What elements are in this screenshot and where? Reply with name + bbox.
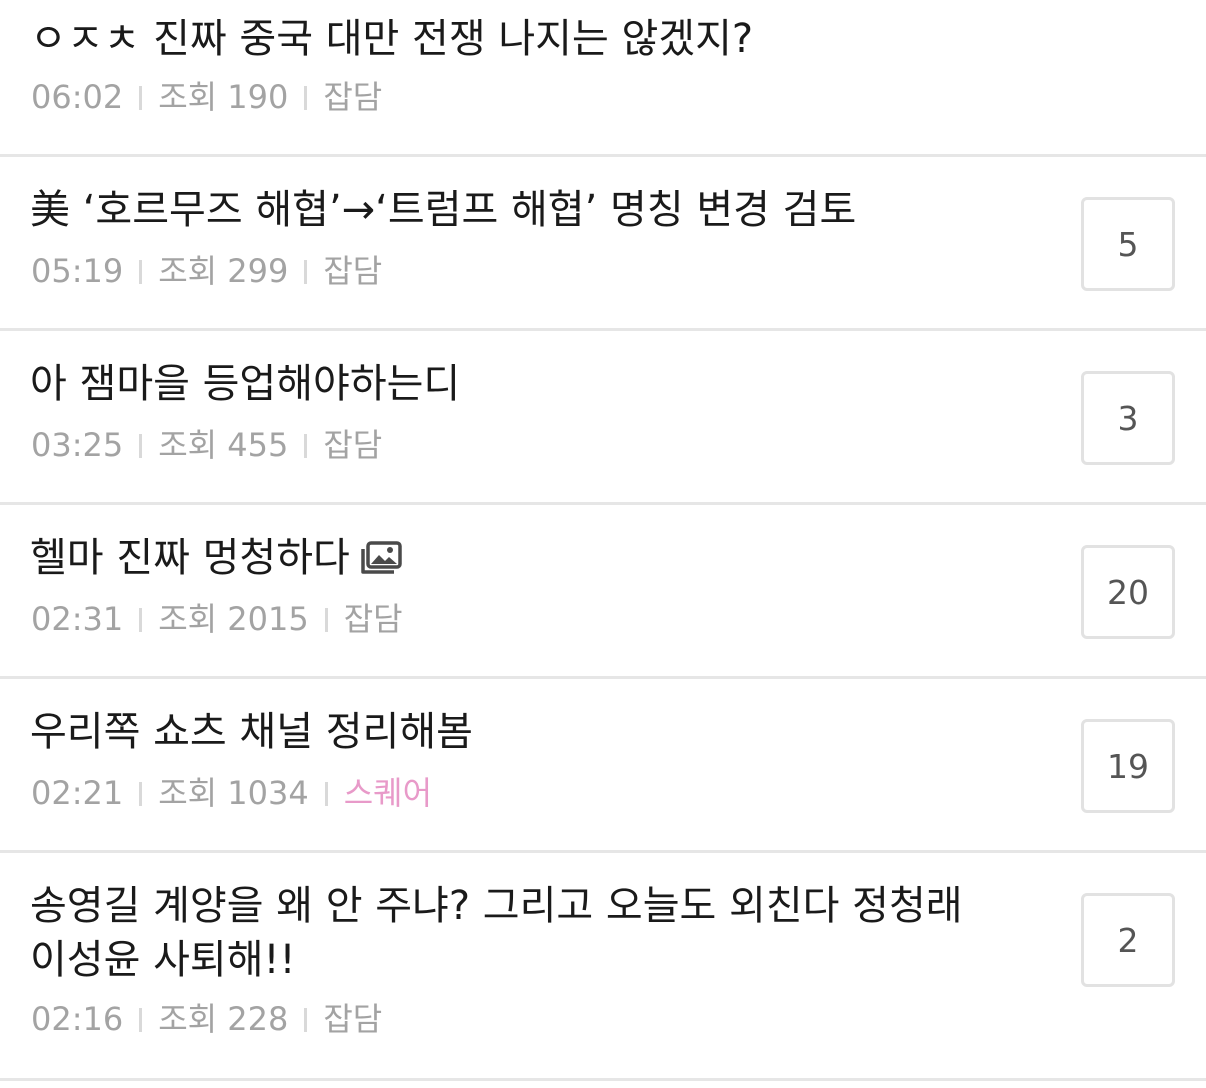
comment-count-button[interactable]: 5: [1081, 197, 1175, 291]
post-list: ㅇㅈㅊ 진짜 중국 대만 전쟁 나지는 않겠지? 06:02 조회 190 잡담 美…: [0, 0, 1206, 1081]
views-label: 조회: [158, 426, 218, 464]
meta-separator: [139, 86, 143, 110]
meta-separator: [304, 86, 308, 110]
post-category[interactable]: 잡담: [323, 78, 382, 116]
post-title[interactable]: ㅇㅈㅊ 진짜 중국 대만 전쟁 나지는 않겠지?: [30, 12, 1026, 66]
meta-separator: [304, 434, 308, 458]
meta-separator: [324, 608, 328, 632]
views-count: 228: [227, 1000, 289, 1038]
meta-separator: [324, 782, 328, 806]
post-meta: 02:16 조회 228 잡담: [31, 999, 382, 1039]
post-category[interactable]: 스퀘어: [344, 774, 432, 812]
post-item[interactable]: ㅇㅈㅊ 진짜 중국 대만 전쟁 나지는 않겠지? 06:02 조회 190 잡담: [0, 0, 1206, 157]
post-time: 02:16: [31, 1000, 124, 1038]
post-title[interactable]: 헬마 진짜 멍청하다: [30, 531, 1026, 589]
comment-count: 20: [1107, 572, 1149, 612]
post-time: 02:31: [31, 600, 124, 638]
post-category[interactable]: 잡담: [323, 426, 382, 464]
post-title[interactable]: 美 ‘호르무즈 해협’→‘트럼프 해협’ 명칭 변경 검토: [30, 183, 1026, 237]
image-gallery-icon: [360, 535, 402, 589]
meta-separator: [139, 782, 143, 806]
post-item[interactable]: 美 ‘호르무즈 해협’→‘트럼프 해협’ 명칭 변경 검토 05:19 조회 29…: [0, 157, 1206, 331]
post-time: 05:19: [31, 252, 124, 290]
comment-count: 5: [1117, 224, 1139, 264]
post-title-text: ㅇㅈㅊ 진짜 중국 대만 전쟁 나지는 않겠지?: [30, 16, 754, 62]
post-meta: 02:31 조회 2015 잡담: [31, 599, 403, 639]
views-count: 299: [227, 252, 289, 290]
views-count: 455: [227, 426, 289, 464]
post-meta: 05:19 조회 299 잡담: [31, 251, 382, 291]
post-meta: 06:02 조회 190 잡담: [31, 77, 382, 117]
post-item[interactable]: 헬마 진짜 멍청하다 02:31 조회 2015 잡담 20: [0, 505, 1206, 679]
post-item[interactable]: 아 잼마을 등업해야하는디 03:25 조회 455 잡담 3: [0, 331, 1206, 505]
views-count: 1034: [227, 774, 309, 812]
post-category[interactable]: 잡담: [344, 600, 403, 638]
views-count: 2015: [227, 600, 309, 638]
comment-count: 3: [1117, 398, 1139, 438]
post-title-text: 송영길 계양을 왜 안 주냐? 그리고 오늘도 외친다 정청래 이성윤 사퇴해!…: [30, 883, 963, 983]
meta-separator: [139, 260, 143, 284]
post-meta: 03:25 조회 455 잡담: [31, 425, 382, 465]
post-time: 06:02: [31, 78, 124, 116]
post-meta: 02:21 조회 1034 스퀘어: [31, 773, 432, 813]
comment-count-button[interactable]: 2: [1081, 893, 1175, 987]
post-time: 03:25: [31, 426, 124, 464]
post-title-text: 아 잼마을 등업해야하는디: [30, 361, 461, 407]
post-title-text: 美 ‘호르무즈 해협’→‘트럼프 해협’ 명칭 변경 검토: [30, 187, 857, 233]
post-item[interactable]: 우리쪽 쇼츠 채널 정리해봄 02:21 조회 1034 스퀘어 19: [0, 679, 1206, 853]
post-title[interactable]: 우리쪽 쇼츠 채널 정리해봄: [30, 705, 1026, 759]
post-title-text: 헬마 진짜 멍청하다: [30, 535, 350, 581]
post-item[interactable]: 송영길 계양을 왜 안 주냐? 그리고 오늘도 외친다 정청래 이성윤 사퇴해!…: [0, 853, 1206, 1081]
comment-count-button[interactable]: 3: [1081, 371, 1175, 465]
meta-separator: [304, 1008, 308, 1032]
views-label: 조회: [158, 1000, 218, 1038]
comment-count-button[interactable]: 19: [1081, 719, 1175, 813]
views-label: 조회: [158, 600, 218, 638]
post-time: 02:21: [31, 774, 124, 812]
post-category[interactable]: 잡담: [323, 252, 382, 290]
meta-separator: [304, 260, 308, 284]
meta-separator: [139, 608, 143, 632]
post-title[interactable]: 송영길 계양을 왜 안 주냐? 그리고 오늘도 외친다 정청래 이성윤 사퇴해!…: [30, 879, 1026, 987]
post-title[interactable]: 아 잼마을 등업해야하는디: [30, 357, 1026, 411]
comment-count-button[interactable]: 20: [1081, 545, 1175, 639]
views-label: 조회: [158, 252, 218, 290]
views-label: 조회: [158, 78, 218, 116]
comment-count: 19: [1107, 746, 1149, 786]
meta-separator: [139, 434, 143, 458]
post-title-text: 우리쪽 쇼츠 채널 정리해봄: [30, 709, 473, 755]
views-label: 조회: [158, 774, 218, 812]
comment-count: 2: [1117, 920, 1139, 960]
post-category[interactable]: 잡담: [323, 1000, 382, 1038]
meta-separator: [139, 1008, 143, 1032]
views-count: 190: [227, 78, 289, 116]
